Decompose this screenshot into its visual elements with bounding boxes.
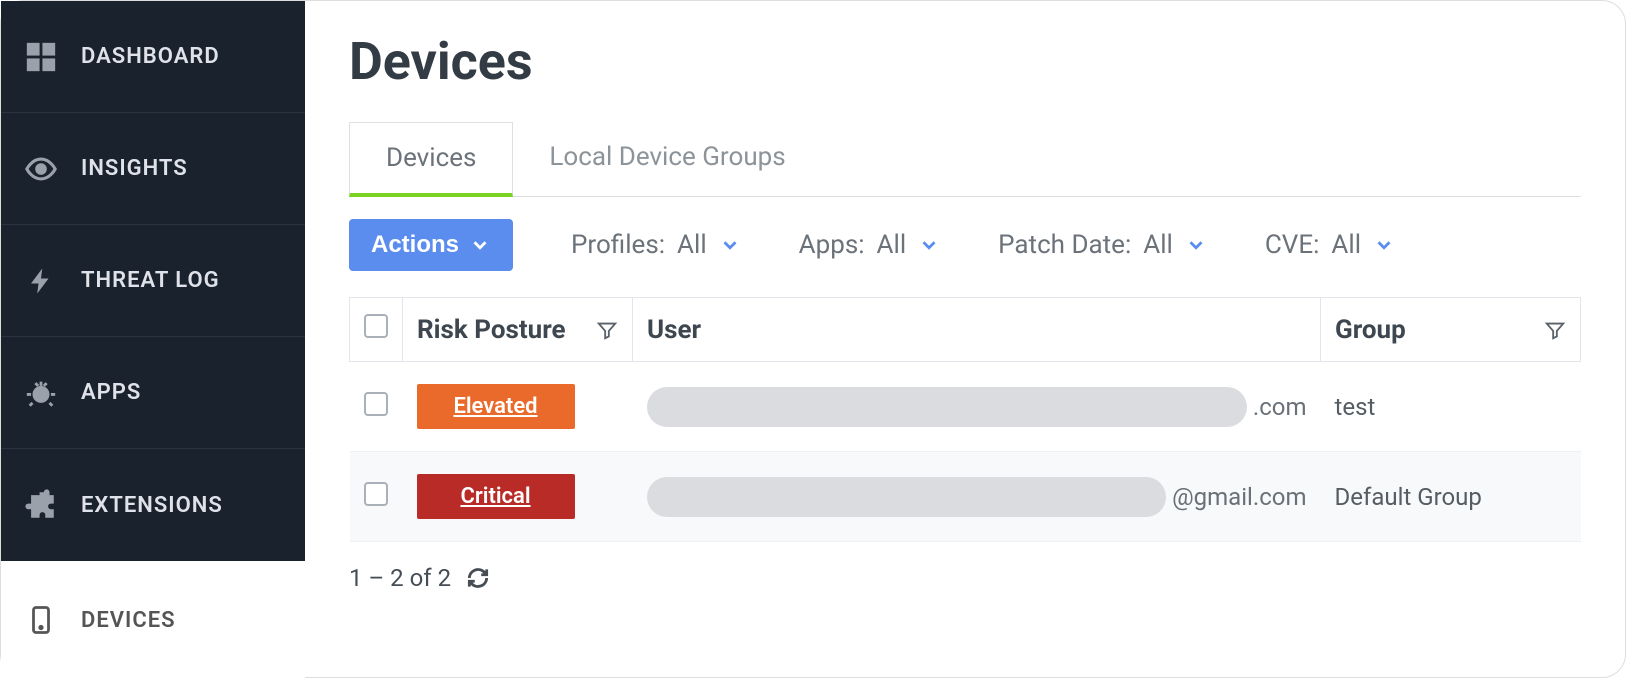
bug-icon	[23, 375, 59, 411]
sidebar-item-label: DASHBOARD	[81, 44, 220, 69]
sidebar-item-label: APPS	[81, 380, 141, 405]
tab-label: Devices	[386, 143, 476, 173]
tab-devices[interactable]: Devices	[349, 122, 513, 197]
filter-value: All	[1143, 230, 1173, 260]
device-icon	[23, 602, 59, 638]
row-checkbox[interactable]	[364, 482, 388, 506]
sidebar-item-threatlog[interactable]: THREAT LOG	[1, 225, 305, 337]
redacted-user	[647, 477, 1167, 517]
refresh-icon[interactable]	[465, 565, 491, 591]
table-row[interactable]: Elevated .com test	[350, 362, 1581, 452]
column-label: Group	[1335, 315, 1406, 345]
sidebar-item-apps[interactable]: APPS	[1, 337, 305, 449]
select-all-checkbox[interactable]	[364, 314, 388, 338]
filter-label: Patch Date:	[998, 230, 1131, 260]
sidebar-item-label: INSIGHTS	[81, 156, 188, 181]
user-cell: @gmail.com	[647, 477, 1307, 517]
filter-value: All	[877, 230, 907, 260]
sidebar-item-extensions[interactable]: EXTENSIONS	[1, 449, 305, 561]
chevron-down-icon	[918, 234, 940, 256]
filter-apps[interactable]: Apps: All	[799, 230, 941, 260]
tabs: Devices Local Device Groups	[349, 122, 1581, 197]
filter-profiles[interactable]: Profiles: All	[571, 230, 741, 260]
column-header-user[interactable]: User	[633, 298, 1321, 362]
column-header-select	[350, 298, 403, 362]
dashboard-icon	[23, 39, 59, 75]
row-checkbox[interactable]	[364, 392, 388, 416]
sidebar: DASHBOARD INSIGHTS THREAT LOG APPS EXTEN	[1, 1, 305, 677]
sidebar-item-insights[interactable]: INSIGHTS	[1, 113, 305, 225]
risk-label: Elevated	[453, 394, 537, 419]
filter-value: All	[1331, 230, 1361, 260]
filter-value: All	[677, 230, 707, 260]
tab-label: Local Device Groups	[549, 142, 785, 172]
page-title: Devices	[349, 31, 1581, 92]
user-suffix: .com	[1253, 393, 1307, 421]
sidebar-item-label: EXTENSIONS	[81, 493, 223, 518]
filter-bar: Actions Profiles: All Apps: All Patch Da…	[349, 219, 1581, 271]
filter-icon	[596, 319, 618, 341]
sidebar-item-devices[interactable]: DEVICES	[1, 561, 305, 679]
risk-label: Critical	[460, 484, 530, 509]
redacted-user	[647, 387, 1247, 427]
chevron-down-icon	[469, 234, 491, 256]
sidebar-item-label: DEVICES	[81, 608, 176, 633]
chevron-down-icon	[1185, 234, 1207, 256]
filter-label: Profiles:	[571, 230, 665, 260]
table-row[interactable]: Critical @gmail.com Default Group	[350, 452, 1581, 542]
column-header-group[interactable]: Group	[1321, 298, 1581, 362]
column-label: Risk Posture	[417, 315, 566, 345]
column-label: User	[647, 315, 701, 345]
pagination-text: 1 – 2 of 2	[349, 564, 451, 592]
group-cell: Default Group	[1321, 452, 1581, 542]
filter-cve[interactable]: CVE: All	[1265, 230, 1395, 260]
chevron-down-icon	[1373, 234, 1395, 256]
user-suffix: @gmail.com	[1172, 483, 1306, 511]
devices-table: Risk Posture User Group	[349, 297, 1581, 542]
chevron-down-icon	[719, 234, 741, 256]
user-cell: .com	[647, 387, 1307, 427]
filter-label: Apps:	[799, 230, 865, 260]
risk-badge-critical[interactable]: Critical	[417, 474, 575, 519]
main-content: Devices Devices Local Device Groups Acti…	[305, 1, 1625, 677]
sidebar-item-label: THREAT LOG	[81, 268, 220, 293]
sidebar-item-dashboard[interactable]: DASHBOARD	[1, 1, 305, 113]
eye-icon	[23, 151, 59, 187]
pagination: 1 – 2 of 2	[349, 564, 1581, 592]
actions-button[interactable]: Actions	[349, 219, 513, 271]
filter-patchdate[interactable]: Patch Date: All	[998, 230, 1207, 260]
actions-label: Actions	[371, 231, 459, 259]
risk-badge-elevated[interactable]: Elevated	[417, 384, 575, 429]
sidebar-light-section: DEVICES	[1, 561, 305, 679]
group-cell: test	[1321, 362, 1581, 452]
filter-label: CVE:	[1265, 230, 1320, 260]
column-header-risk[interactable]: Risk Posture	[403, 298, 633, 362]
puzzle-icon	[23, 487, 59, 523]
filter-icon	[1544, 319, 1566, 341]
bolt-icon	[23, 263, 59, 299]
tab-local-device-groups[interactable]: Local Device Groups	[513, 122, 821, 196]
sidebar-dark-section: DASHBOARD INSIGHTS THREAT LOG APPS EXTEN	[1, 1, 305, 561]
